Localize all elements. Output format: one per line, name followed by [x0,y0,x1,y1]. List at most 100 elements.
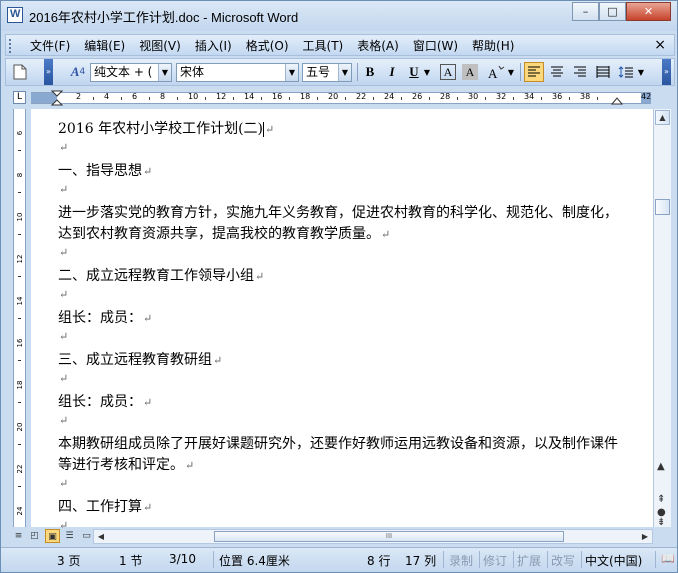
menu-items: 文件(F) 编辑(E) 视图(V) 插入(I) 格式(O) 工具(T) 表格(A… [24,38,522,54]
chevron-down-icon[interactable]: ▼ [338,64,351,81]
underline-button[interactable]: U [404,62,424,82]
new-document-icon[interactable] [10,62,30,82]
menu-edit[interactable]: 编辑(E) [78,38,133,54]
italic-button[interactable]: I [382,62,402,82]
right-indent-marker-icon[interactable] [611,95,623,105]
document-paragraph-line[interactable]: 组长：成员：↵ [58,307,152,327]
scroll-right-icon[interactable]: ▶ [638,530,652,543]
phonetic-guide-icon[interactable]: A [486,62,506,82]
status-line: 8 行 [367,554,391,568]
document-page[interactable]: 2016 年农村小学校工作计划(二) ↵ ↵ 一、指导思想↵ ↵ 进一步落实党的教育方针，… [31,109,653,532]
horizontal-scrollbar[interactable]: ◀ III ▶ [93,529,653,544]
chevron-down-icon[interactable]: ▼ [636,62,646,82]
menu-grip-handle[interactable] [9,39,12,53]
empty-paragraph[interactable]: ↵ [58,286,68,302]
styles-formatting-icon[interactable]: A4 [68,62,88,82]
document-paragraph-line[interactable]: 达到农村教育资源共享，提高我校的教育教学质量。↵ [58,223,390,243]
scroll-up-icon[interactable]: ▲ [655,110,670,125]
web-layout-view-icon[interactable]: ◰ [27,529,42,543]
reading-view-icon[interactable]: ▭ [79,529,94,543]
spelling-status-icon[interactable]: 📖 [661,552,675,565]
document-paragraph-line[interactable]: 二、成立远程教育工作领导小组↵ [58,265,264,285]
menu-file[interactable]: 文件(F) [24,38,78,54]
close-document-button[interactable]: × [654,37,666,53]
chevron-down-icon[interactable]: ▼ [158,64,171,81]
character-border-button[interactable]: A [440,64,456,80]
status-record[interactable]: 录制 [449,552,473,569]
minimize-button[interactable]: – [572,2,599,21]
vertical-scrollbar[interactable]: ▲ ▲ ⇞ ● ⇟ [653,109,671,528]
status-divider [655,551,656,568]
toolbar-overflow-chevron-2[interactable]: » [662,59,671,85]
underline-dropdown-icon[interactable]: ▼ [422,62,432,82]
next-page-icon[interactable]: ⇟ [657,517,665,528]
menu-help[interactable]: 帮助(H) [466,38,522,54]
bold-button[interactable]: B [360,62,380,82]
document-paragraph-line[interactable]: 一、指导思想↵ [58,160,152,180]
font-combo[interactable]: 宋体 ▼ [176,63,299,82]
empty-paragraph[interactable]: ↵ [58,181,68,197]
empty-paragraph[interactable]: ↵ [58,475,68,491]
document-paragraph-line[interactable]: 四、工作打算↵ [58,496,152,516]
line-spacing-icon[interactable] [616,62,636,82]
menu-format[interactable]: 格式(O) [240,38,297,54]
vertical-ruler-label: 16 [16,338,24,348]
normal-view-icon[interactable]: ≡ [11,529,26,543]
menu-window[interactable]: 窗口(W) [407,38,466,54]
align-center-button[interactable] [547,62,567,82]
status-divider [547,551,548,568]
horizontal-ruler[interactable]: 2 4 6 8 10 12 14 16 18 20 22 24 26 28 30 32 34 36 38 [31,90,651,106]
scroll-left-icon[interactable]: ◀ [94,530,108,543]
word-app-icon[interactable] [7,7,23,23]
menu-table[interactable]: 表格(A) [351,38,407,54]
document-paragraph-line[interactable]: 本期教研组成员除了开展好课题研究外，还要作好教师运用远教设备和资源，以及制作课件 [58,433,619,453]
horizontal-scroll-thumb[interactable]: III [214,531,564,542]
menu-view[interactable]: 视图(V) [133,38,189,54]
character-shading-button[interactable]: A [462,64,478,80]
empty-paragraph[interactable]: ↵ [58,328,68,344]
print-layout-view-icon[interactable]: ▣ [45,529,60,543]
document-paragraph-line[interactable]: 三、成立远程教育教研组↵ [58,349,222,369]
menu-insert[interactable]: 插入(I) [189,38,240,54]
document-paragraph-line[interactable]: 2016 年农村小学校工作计划(二) ↵ [58,118,274,138]
ruler-tick [457,97,458,100]
maximize-button[interactable]: □ [599,2,626,21]
vertical-ruler[interactable]: 68101214161820222426 [13,109,26,571]
empty-paragraph[interactable]: ↵ [58,139,68,155]
toolbar-overflow-chevron-1[interactable]: » [44,59,53,85]
chevron-down-icon[interactable]: ▼ [285,64,298,81]
ruler-tick [121,97,122,100]
outline-view-icon[interactable]: ☰ [62,529,77,543]
document-paragraph-line[interactable]: 组长：成员：↵ [58,391,152,411]
align-right-button[interactable] [570,62,590,82]
tab-selector[interactable]: L [13,91,26,104]
align-left-button[interactable] [524,62,544,82]
font-size-combo[interactable]: 五号 ▼ [302,63,352,82]
status-track-changes[interactable]: 修订 [483,552,507,569]
status-divider [443,551,444,568]
scroll-up-icon[interactable]: ▲ [657,461,665,472]
vertical-ruler-label: 18 [16,380,24,390]
menu-tools[interactable]: 工具(T) [297,38,352,54]
ruler-tick-label: 18 [300,92,311,101]
indent-marker-icon[interactable] [51,90,63,106]
status-extend[interactable]: 扩展 [517,552,541,569]
style-combo[interactable]: 纯文本 + ( ▼ [90,63,172,82]
document-paragraph-line[interactable]: 等进行考核和评定。↵ [58,454,194,474]
status-divider [513,551,514,568]
ruler-tick-label: 28 [440,92,451,101]
previous-page-icon[interactable]: ⇞ [657,494,665,505]
chevron-down-icon[interactable]: ▼ [506,62,516,82]
status-bar: 3 页 1 节 3/10 位置 6.4厘米 8 行 17 列 录制 修订 扩展 … [1,547,677,572]
empty-paragraph[interactable]: ↵ [58,370,68,386]
vertical-ruler-tick [18,360,21,361]
empty-paragraph[interactable]: ↵ [58,412,68,428]
close-window-button[interactable]: ✕ [626,2,671,21]
document-paragraph-line[interactable]: 进一步落实党的教育方针，实施九年义务教育，促进农村教育的科学化、规范化、制度化， [58,202,619,222]
status-overtype[interactable]: 改写 [551,552,575,569]
paragraph-mark-icon: ↵ [143,312,153,325]
line-text: 本期教研组成员除了开展好课题研究外，还要作好教师运用远教设备和资源，以及制作课件 [58,436,618,452]
justify-button[interactable] [593,62,613,82]
vertical-scroll-thumb[interactable] [655,199,670,215]
empty-paragraph[interactable]: ↵ [58,244,68,260]
